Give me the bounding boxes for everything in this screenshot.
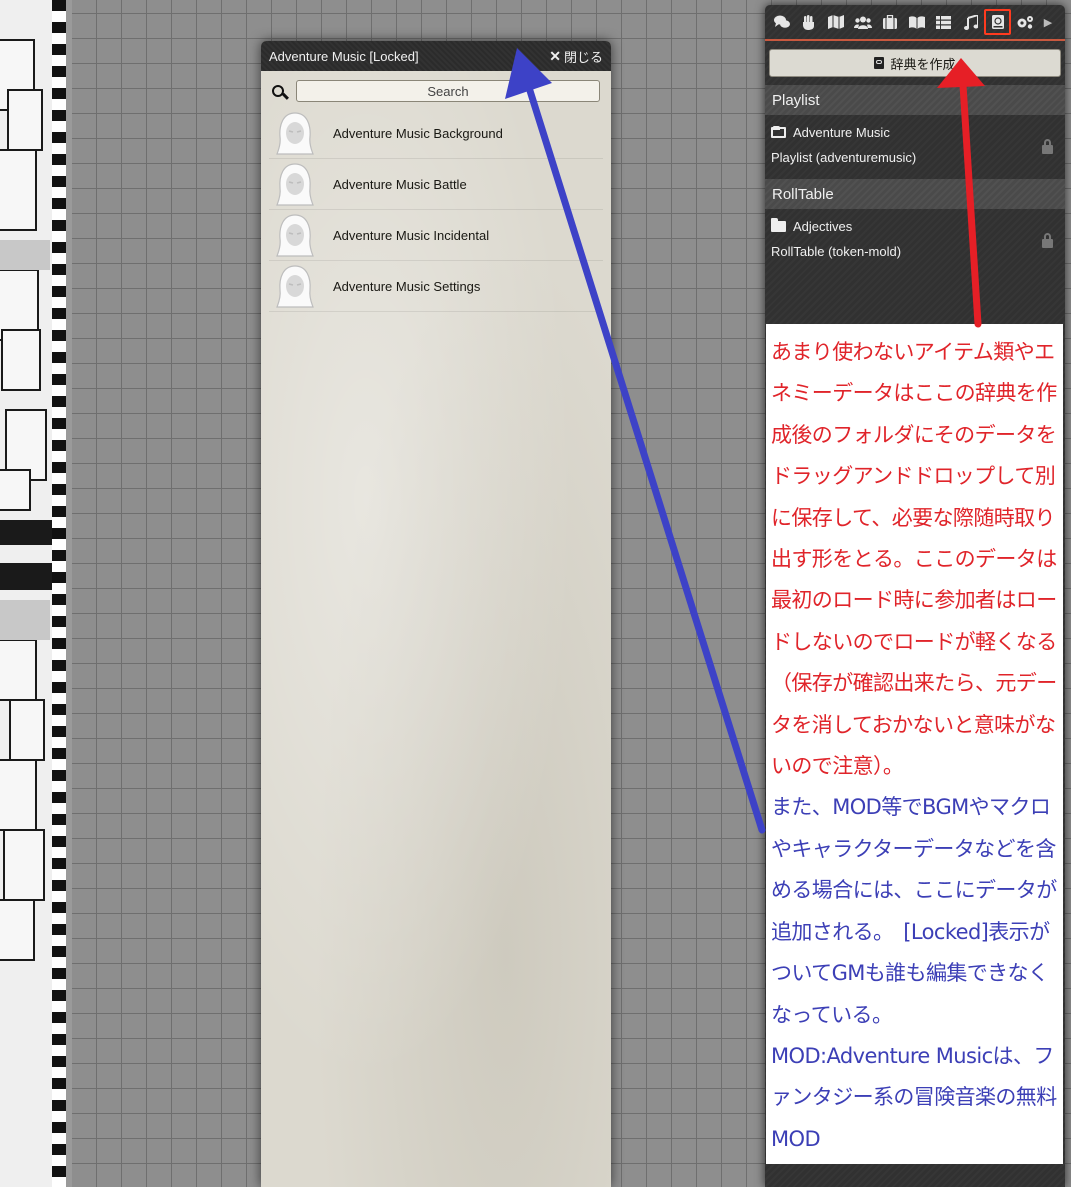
entry-label: Adventure Music Battle <box>333 176 467 192</box>
section-title: Playlist <box>772 91 820 109</box>
compendium-entry[interactable]: Adventure Music Battle <box>269 159 603 210</box>
scenes-tab[interactable] <box>822 9 849 35</box>
hooded-figure-icon <box>276 214 314 257</box>
entry-label: Adventure Music Settings <box>333 278 481 294</box>
compendium-entry[interactable]: Adventure Music Settings <box>269 261 603 312</box>
close-icon: ✕ <box>549 47 561 64</box>
compendium-window[interactable]: Adventure Music [Locked] ✕ 閉じる Adventure… <box>261 41 611 1187</box>
comments-icon <box>773 15 790 28</box>
entry-label: Adventure Music Incidental <box>333 227 490 243</box>
settings-tab[interactable] <box>1011 9 1038 35</box>
search-bar <box>272 80 600 102</box>
collapse-arrow-icon[interactable]: ▶ <box>1038 16 1058 29</box>
th-list-icon <box>936 15 951 29</box>
hooded-figure-icon <box>276 112 314 155</box>
items-tab[interactable] <box>876 9 903 35</box>
playlists-tab[interactable] <box>957 9 984 35</box>
window-title: Adventure Music [Locked] <box>269 48 419 64</box>
pack-title-row: Adjectives <box>771 218 853 234</box>
create-compendium-button[interactable]: 辞典を作成 <box>769 49 1061 77</box>
chat-tab[interactable] <box>768 9 795 35</box>
section-header-playlist: Playlist <box>765 85 1065 115</box>
lock-icon[interactable] <box>1042 139 1053 154</box>
pack-subtitle: Playlist (adventuremusic) <box>771 150 917 165</box>
music-icon <box>963 14 978 30</box>
sidebar-tabs: ▶ <box>765 5 1065 41</box>
annotation-red-text: あまり使わないアイテム類やエネミーデータはここの辞典を作成後のフォルダにそのデー… <box>771 340 1057 779</box>
compendium-tab[interactable] <box>984 9 1011 35</box>
search-icon <box>272 85 284 97</box>
pack-title-row: Adventure Music <box>771 125 890 140</box>
section-title: RollTable <box>772 185 834 203</box>
close-button[interactable]: ✕ 閉じる <box>549 47 603 66</box>
compendium-entry[interactable]: Adventure Music Incidental <box>269 210 603 261</box>
folder-icon <box>771 218 786 232</box>
search-input[interactable] <box>296 80 600 102</box>
atlas-icon <box>874 57 885 69</box>
compendium-entry-list: Adventure Music Background Adventure Mus… <box>269 108 603 312</box>
compendium-pack-adventure-music[interactable]: Adventure Music Playlist (adventuremusic… <box>765 115 1065 179</box>
tables-tab[interactable] <box>930 9 957 35</box>
lock-icon[interactable] <box>1042 233 1053 248</box>
journal-tab[interactable] <box>903 9 930 35</box>
map-border-shadow <box>66 0 72 1187</box>
annotation-note: あまり使わないアイテム類やエネミーデータはここの辞典を作成後のフォルダにそのデー… <box>766 324 1063 1164</box>
hooded-figure-icon <box>276 163 314 206</box>
cogs-icon <box>1017 16 1033 29</box>
entry-label: Adventure Music Background <box>333 125 503 141</box>
pack-title: Adventure Music <box>793 125 890 140</box>
create-compendium-label: 辞典を作成 <box>890 57 956 73</box>
atlas-icon <box>991 15 1004 29</box>
book-open-icon <box>908 15 925 29</box>
hooded-figure-icon <box>276 265 314 308</box>
close-label: 閉じる <box>563 49 603 65</box>
annotation-blue-text: また、MOD等でBGMやマクロやキャラクターデータなどを含める場合には、ここにデ… <box>771 795 1057 1027</box>
compendium-pack-adjectives[interactable]: Adjectives RollTable (token-mold) <box>765 209 1065 273</box>
users-icon <box>853 16 872 29</box>
window-header[interactable]: Adventure Music [Locked] ✕ 閉じる <box>261 41 611 71</box>
map-canvas-strip <box>0 0 72 1187</box>
section-header-rolltable: RollTable <box>765 179 1065 209</box>
pack-title: Adjectives <box>793 219 853 234</box>
folder-open-icon <box>771 126 786 138</box>
suitcase-icon <box>882 15 897 29</box>
actors-tab[interactable] <box>849 9 876 35</box>
combat-tab[interactable] <box>795 9 822 35</box>
pack-subtitle: RollTable (token-mold) <box>771 244 902 259</box>
annotation-blue-text-mod: MOD:Adventure Musicは、ファンタジー系の冒険音楽の無料MOD <box>771 1043 1057 1151</box>
map-icon <box>827 15 844 29</box>
compendium-entry[interactable]: Adventure Music Background <box>269 108 603 159</box>
fist-icon <box>802 14 814 30</box>
